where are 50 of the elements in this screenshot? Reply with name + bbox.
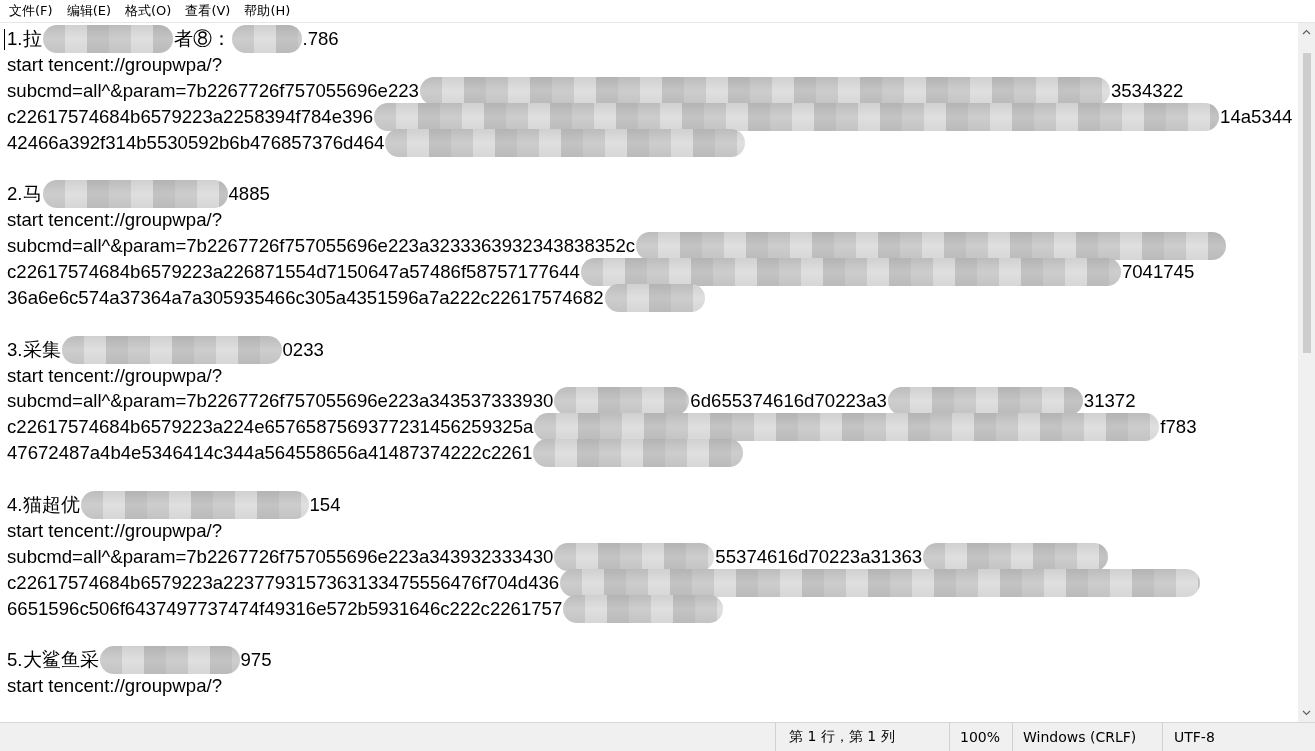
text-line: 42466a392f314b5530592b6b476857376d464 [7,131,385,154]
menu-item[interactable]: 帮助(H) [237,2,298,20]
scroll-up-icon[interactable] [1302,29,1311,35]
text-line: subcmd=all^&param=7b2267726f757055696e223a343537333930 [7,390,554,413]
text-line: start tencent://groupwpa/? [7,53,222,76]
text-line: 47672487a4b4e5346414c344a564558656a41487374222c2261 [7,442,533,465]
text-line: subcmd=all^&param=7b2267726f757055696e223 [7,79,419,102]
text-line: c22617574684b6579223a2258394f784e396 [7,105,374,128]
text-line: start tencent://groupwpa/? [7,209,222,232]
cursor-position: 第 1 行，第 1 列 [775,723,949,751]
scrollbar-thumb[interactable] [1302,53,1311,353]
text-line: 36a6e6c574a37364a7a305935466c305a4351596a7a222c22617574682 [7,286,604,309]
text-line: 0233 [282,338,324,361]
text-line: 1.拉 [7,27,42,50]
text-line: .786 [302,27,339,50]
text-line: 7041745 [1121,260,1195,283]
text-line: start tencent://groupwpa/? [7,675,222,698]
text-line: c22617574684b6579223a226871554d7150647a57486f58757177644 [7,260,580,283]
menu-item[interactable]: 格式(O) [118,2,179,20]
text-line: 4.猫超优 [7,493,80,516]
menu-item[interactable]: 编辑(E) [59,2,118,20]
text-line: 6651596c506f6437497737474f49316e572b5931646c222c2261757 [7,597,563,620]
text-line: 者⑧： [173,27,231,50]
zoom-level: 100% [949,723,1012,751]
text-line: 154 [309,493,341,516]
line-ending: Windows (CRLF) [1012,723,1162,751]
pixelated-redaction [231,24,302,53]
menu-item[interactable]: 查看(V) [178,2,238,20]
text-line: 975 [240,649,272,672]
text-line: subcmd=all^&param=7b2267726f757055696e223a3233363932343838352c [7,235,636,258]
text-line: 5.大鲨鱼采 [7,649,99,672]
text-line: 55374616d70223a31363 [715,545,923,568]
text-line: c22617574684b6579223a2237793157363133475556476f704d436 [7,571,560,594]
text-line: start tencent://groupwpa/? [7,364,222,387]
text-line: 2.马 [7,183,42,206]
text-cursor [4,29,5,50]
text-line: 31372 [1083,390,1136,413]
text-line: 3534322 [1110,79,1184,102]
text-line: 4885 [228,183,270,206]
text-line: 14a5344 [1220,105,1293,128]
vertical-scrollbar[interactable] [1298,23,1315,722]
text-line: subcmd=all^&param=7b2267726f757055696e223a343932333430 [7,545,554,568]
encoding: UTF-8 [1162,723,1282,751]
text-line: start tencent://groupwpa/? [7,519,222,542]
text-line: 3.采集 [7,338,61,361]
scroll-down-icon[interactable] [1302,710,1311,716]
text-line: 6d655374616d70223a3 [690,390,887,413]
text-line: f783 [1160,416,1197,439]
menu-item[interactable]: 文件(F) [2,2,60,20]
text-line: c22617574684b6579223a224e6576587569377231456259325a [7,416,534,439]
